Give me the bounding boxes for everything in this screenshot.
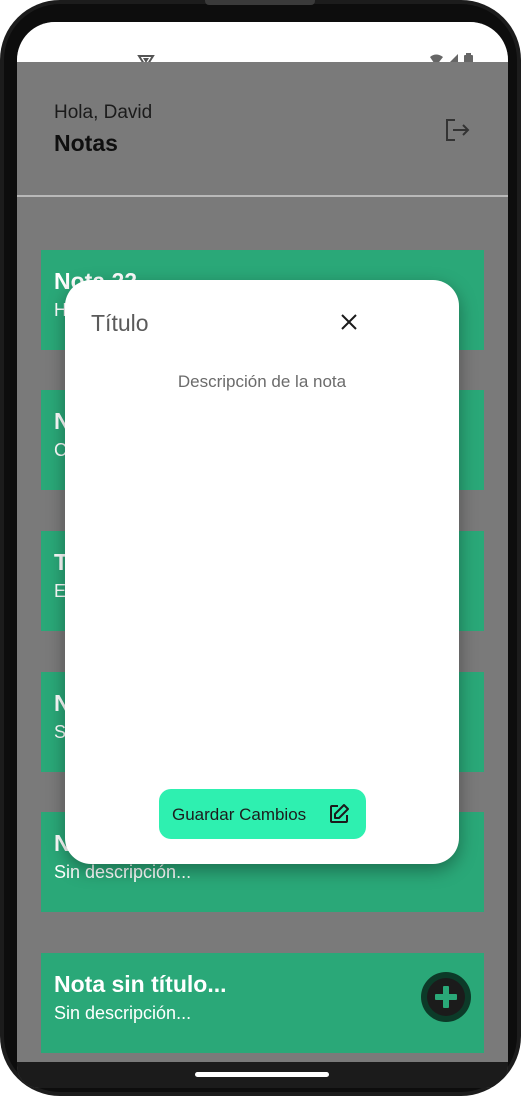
logout-button[interactable] xyxy=(441,114,473,146)
note-title: Nota sin título... xyxy=(54,971,227,997)
close-icon xyxy=(341,314,357,330)
note-description-input[interactable]: Descripción de la nota xyxy=(65,372,459,392)
note-card[interactable]: Nota sin título... Sin descripción... xyxy=(41,953,484,1053)
greeting-text: Hola, David xyxy=(54,102,153,123)
app-screen: Nota 22 H N C T E N S N Sin descripción.… xyxy=(17,22,508,1088)
note-description: Sin descripción... xyxy=(54,1003,192,1023)
save-changes-label: Guardar Cambios xyxy=(172,805,307,824)
save-changes-button[interactable]: Guardar Cambios xyxy=(159,789,366,839)
edit-icon xyxy=(327,802,351,826)
add-note-button[interactable] xyxy=(421,972,471,1022)
page-title: Notas xyxy=(54,130,118,156)
phone-speaker xyxy=(205,0,315,5)
close-button[interactable] xyxy=(337,310,361,334)
phone-frame: Nota 22 H N C T E N S N Sin descripción.… xyxy=(0,0,521,1096)
status-bar xyxy=(17,22,508,69)
home-indicator[interactable] xyxy=(195,1072,329,1077)
logout-icon xyxy=(446,119,470,141)
note-title-input[interactable]: Título xyxy=(91,310,149,337)
edit-note-dialog: Título Descripción de la nota Guardar Ca… xyxy=(65,280,459,864)
header-divider xyxy=(17,195,508,197)
add-icon xyxy=(435,986,457,1008)
note-description: Sin descripción... xyxy=(54,862,192,882)
